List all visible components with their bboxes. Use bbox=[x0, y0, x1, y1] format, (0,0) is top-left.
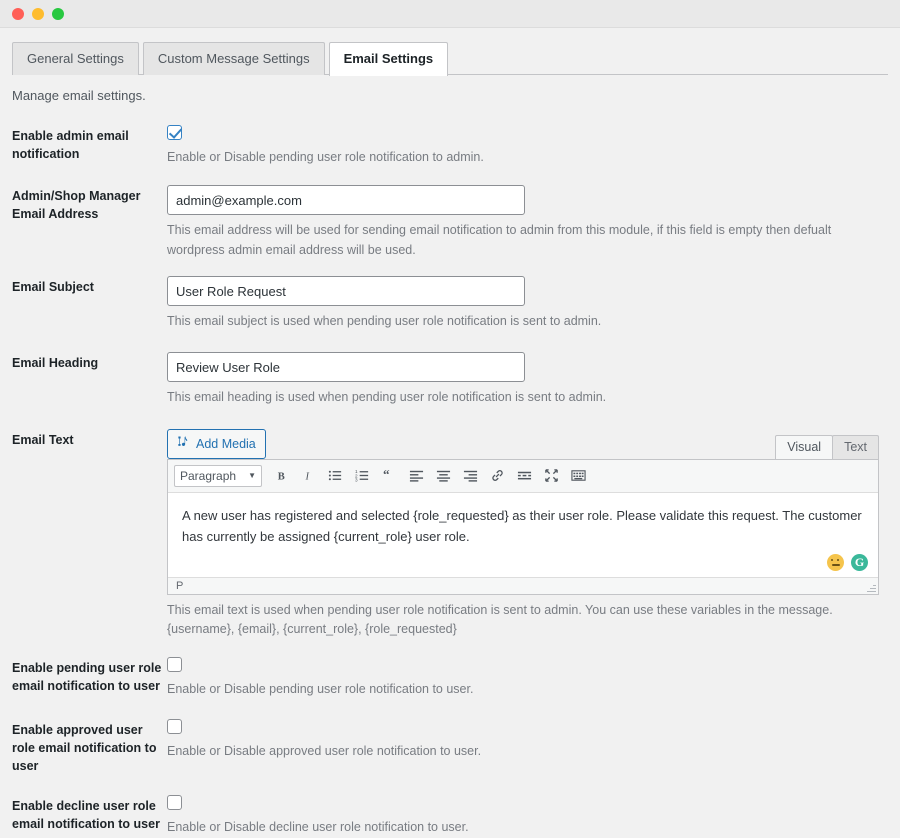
minimize-button[interactable] bbox=[32, 8, 44, 20]
label-email-text: Email Text bbox=[12, 429, 167, 640]
editor-statusbar: P bbox=[168, 577, 878, 594]
checkbox-enable-decline-user[interactable] bbox=[167, 795, 182, 810]
emoji-icon[interactable] bbox=[827, 554, 844, 571]
page-container: General Settings Custom Message Settings… bbox=[0, 28, 900, 736]
row-email-subject: Email Subject This email subject is used… bbox=[12, 276, 900, 331]
row-enable-admin-email: Enable admin email notification Enable o… bbox=[12, 125, 900, 167]
tab-list: General Settings Custom Message Settings… bbox=[12, 42, 900, 75]
format-select-value: Paragraph bbox=[180, 469, 236, 483]
add-media-button[interactable]: Add Media bbox=[167, 429, 266, 459]
editor-topbar: Add Media Visual Text bbox=[167, 429, 879, 459]
row-email-text: Email Text Add Media bbox=[12, 429, 900, 640]
close-button[interactable] bbox=[12, 8, 24, 20]
wp-editor: Add Media Visual Text Paragraph bbox=[167, 429, 879, 595]
window-titlebar bbox=[0, 0, 900, 28]
numbered-list-icon[interactable]: 1 2 3 bbox=[350, 465, 374, 487]
tab-visual-mode[interactable]: Visual bbox=[775, 435, 833, 459]
svg-text:“: “ bbox=[382, 468, 389, 481]
admin-email-input[interactable] bbox=[167, 185, 525, 215]
tab-custom-message-settings[interactable]: Custom Message Settings bbox=[143, 42, 325, 75]
blockquote-icon[interactable]: “ bbox=[377, 465, 401, 487]
help-enable-pending-user: Enable or Disable pending user role noti… bbox=[167, 680, 882, 699]
label-admin-email: Admin/Shop Manager Email Address bbox=[12, 185, 167, 260]
editor-content-area[interactable]: A new user has registered and selected {… bbox=[168, 493, 878, 577]
svg-text:3: 3 bbox=[355, 478, 358, 483]
help-email-subject: This email subject is used when pending … bbox=[167, 312, 882, 331]
editor-badges: G bbox=[827, 554, 868, 571]
checkbox-enable-pending-user[interactable] bbox=[167, 657, 182, 672]
row-enable-decline-user: Enable decline user role email notificat… bbox=[12, 795, 900, 837]
align-right-icon[interactable] bbox=[458, 465, 482, 487]
window-controls bbox=[12, 8, 64, 20]
italic-icon[interactable]: I bbox=[296, 465, 320, 487]
email-settings-form: Enable admin email notification Enable o… bbox=[12, 125, 900, 838]
editor-mode-tabs: Visual Text bbox=[776, 435, 879, 459]
align-left-icon[interactable] bbox=[404, 465, 428, 487]
checkbox-enable-admin-email[interactable] bbox=[167, 125, 182, 140]
fullscreen-icon[interactable] bbox=[539, 465, 563, 487]
label-email-heading: Email Heading bbox=[12, 352, 167, 407]
editor-paragraph: A new user has registered and selected {… bbox=[182, 505, 864, 548]
row-enable-pending-user: Enable pending user role email notificat… bbox=[12, 657, 900, 699]
link-icon[interactable] bbox=[485, 465, 509, 487]
tab-email-settings[interactable]: Email Settings bbox=[329, 42, 449, 76]
help-enable-decline-user: Enable or Disable decline user role noti… bbox=[167, 818, 882, 837]
label-enable-pending-user: Enable pending user role email notificat… bbox=[12, 657, 167, 699]
svg-text:B: B bbox=[277, 472, 284, 483]
read-more-icon[interactable] bbox=[512, 465, 536, 487]
tab-general-settings[interactable]: General Settings bbox=[12, 42, 139, 75]
svg-text:I: I bbox=[304, 472, 309, 483]
help-enable-admin-email: Enable or Disable pending user role noti… bbox=[167, 148, 882, 167]
editor-path: P bbox=[176, 580, 183, 592]
editor-resize-handle[interactable] bbox=[866, 582, 876, 592]
email-subject-input[interactable] bbox=[167, 276, 525, 306]
settings-content: General Settings Custom Message Settings… bbox=[12, 28, 900, 724]
help-email-heading: This email heading is used when pending … bbox=[167, 388, 882, 407]
format-select[interactable]: Paragraph ▼ bbox=[174, 465, 262, 487]
editor-toolbar: Paragraph ▼ B I bbox=[168, 460, 878, 493]
label-enable-admin-email: Enable admin email notification bbox=[12, 125, 167, 167]
row-admin-email: Admin/Shop Manager Email Address This em… bbox=[12, 185, 900, 260]
add-media-label: Add Media bbox=[196, 434, 256, 454]
media-icon bbox=[177, 434, 190, 454]
row-enable-approved-user: Enable approved user role email notifica… bbox=[12, 719, 900, 775]
row-email-heading: Email Heading This email heading is used… bbox=[12, 352, 900, 407]
help-enable-approved-user: Enable or Disable approved user role not… bbox=[167, 742, 882, 761]
label-enable-decline-user: Enable decline user role email notificat… bbox=[12, 795, 167, 837]
bold-icon[interactable]: B bbox=[269, 465, 293, 487]
settings-tabbar: General Settings Custom Message Settings… bbox=[12, 28, 900, 75]
label-email-subject: Email Subject bbox=[12, 276, 167, 331]
page-subtitle: Manage email settings. bbox=[12, 88, 900, 103]
help-email-text: This email text is used when pending use… bbox=[167, 601, 882, 640]
email-heading-input[interactable] bbox=[167, 352, 525, 382]
bulleted-list-icon[interactable] bbox=[323, 465, 347, 487]
grammarly-icon[interactable]: G bbox=[851, 554, 868, 571]
checkbox-enable-approved-user[interactable] bbox=[167, 719, 182, 734]
maximize-button[interactable] bbox=[52, 8, 64, 20]
align-center-icon[interactable] bbox=[431, 465, 455, 487]
chevron-down-icon: ▼ bbox=[248, 471, 256, 480]
toolbar-toggle-icon[interactable] bbox=[566, 465, 590, 487]
tab-text-mode[interactable]: Text bbox=[832, 435, 879, 459]
help-admin-email: This email address will be used for send… bbox=[167, 221, 882, 260]
editor-box: Paragraph ▼ B I bbox=[167, 459, 879, 595]
label-enable-approved-user: Enable approved user role email notifica… bbox=[12, 719, 167, 775]
